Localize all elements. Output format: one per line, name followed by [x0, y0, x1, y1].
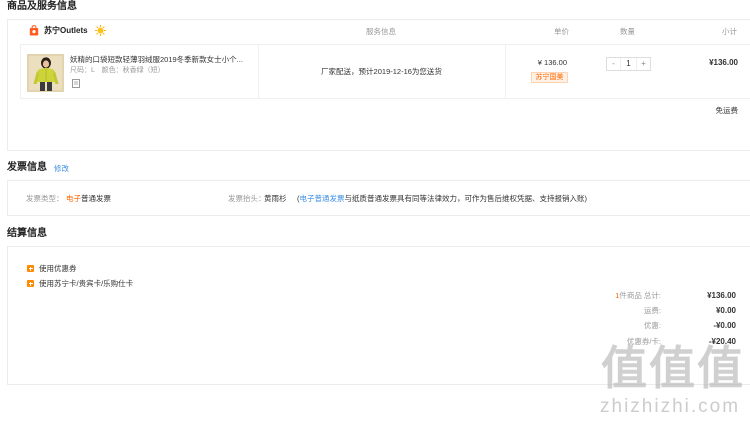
plus-square-icon[interactable] [27, 265, 34, 272]
invoice-header-value: 黄雨杉 [264, 194, 287, 203]
unit-price: ¥ 136.00 [537, 58, 567, 67]
summary-total-value: ¥136.00 [707, 291, 736, 300]
color-value: 秋香绿（短） [122, 67, 165, 74]
item-subtotal: ¥136.00 [709, 58, 738, 67]
column-divider [505, 44, 506, 99]
invoice-type-value: 电子普通发票 [66, 195, 111, 203]
product-spec: 尺码：L 颜色：秋香绿（短） [70, 67, 165, 74]
use-card-option[interactable]: 使用苏宁卡/贵宾卡/乐购仕卡 [39, 280, 133, 288]
quantity-decrease-button[interactable]: - [607, 58, 620, 70]
checkout-page: 商品及服务信息 苏宁Outlets 服务信息 单价 数量 小计 妖精的口袋短款轻… [0, 0, 750, 424]
promo-tag: 苏宁国美 [531, 72, 568, 83]
watermark-glyph: 值 [601, 342, 647, 394]
store-bag-icon [29, 25, 39, 36]
store-name-link[interactable]: 苏宁Outlets [44, 27, 88, 35]
invoice-section-title: 发票信息 [7, 162, 47, 173]
watermark-glyph: 值 [649, 342, 695, 394]
sun-badge-icon [95, 25, 106, 36]
invoice-note-highlight: 电子普通发票 [299, 194, 345, 203]
column-quantity: 数量 [620, 27, 635, 36]
summary-shipping-value: ¥0.00 [715, 306, 736, 315]
invoice-note-rest: 与纸质普通发票具有同等法律效力，可作为售后维权凭据、支持报销入账) [344, 194, 588, 203]
invoice-type-rest: 普通发票 [81, 194, 111, 203]
use-coupon-option[interactable]: 使用优惠券 [39, 265, 77, 273]
watermark-site: zhizhizhi.com [600, 396, 741, 417]
quantity-input[interactable]: 1 [620, 58, 637, 70]
color-label: 颜色： [101, 67, 123, 74]
invoice-note: (电子普通发票与纸质普通发票具有同等法律效力，可作为售后维权凭据、支持报销入账) [297, 195, 587, 203]
invoice-type-label: 发票类型： [26, 194, 64, 203]
size-label: 尺码： [70, 67, 91, 74]
summary-discount-label: 优惠: [643, 321, 661, 330]
invoice-header-label: 发票抬头： [228, 194, 266, 203]
product-thumbnail[interactable] [27, 54, 64, 92]
column-price: 单价 [554, 27, 569, 36]
settlement-section-title: 结算信息 [7, 228, 47, 239]
invoice-edit-link[interactable]: 修改 [54, 165, 69, 173]
column-service: 服务信息 [366, 27, 396, 36]
service-tag-icon[interactable] [72, 79, 80, 88]
invoice-type-highlight: 电子 [66, 194, 81, 203]
summary-total-text: 件商品 总计: [619, 291, 661, 300]
watermark-glyph: 值 [697, 342, 743, 394]
shipping-note: 免运费 [715, 106, 739, 115]
summary-total-label: 1件商品 总计: [615, 292, 661, 300]
delivery-info: 厂家配送，预计2019-12-16为您送货 [321, 67, 442, 76]
product-title-link[interactable]: 妖精的口袋短款轻薄羽绒服2019冬季新款女士小个... [70, 56, 243, 64]
plus-square-icon[interactable] [27, 280, 34, 287]
summary-discount-value: -¥0.00 [713, 321, 736, 330]
summary-shipping-label: 运费: [643, 306, 661, 315]
watermark-logo: 值 值 值 [600, 343, 744, 393]
quantity-increase-button[interactable]: + [637, 58, 650, 70]
column-subtotal: 小计 [722, 27, 737, 36]
quantity-stepper: - 1 + [606, 57, 651, 71]
size-value: L [91, 67, 95, 74]
goods-section-title: 商品及服务信息 [7, 1, 77, 12]
